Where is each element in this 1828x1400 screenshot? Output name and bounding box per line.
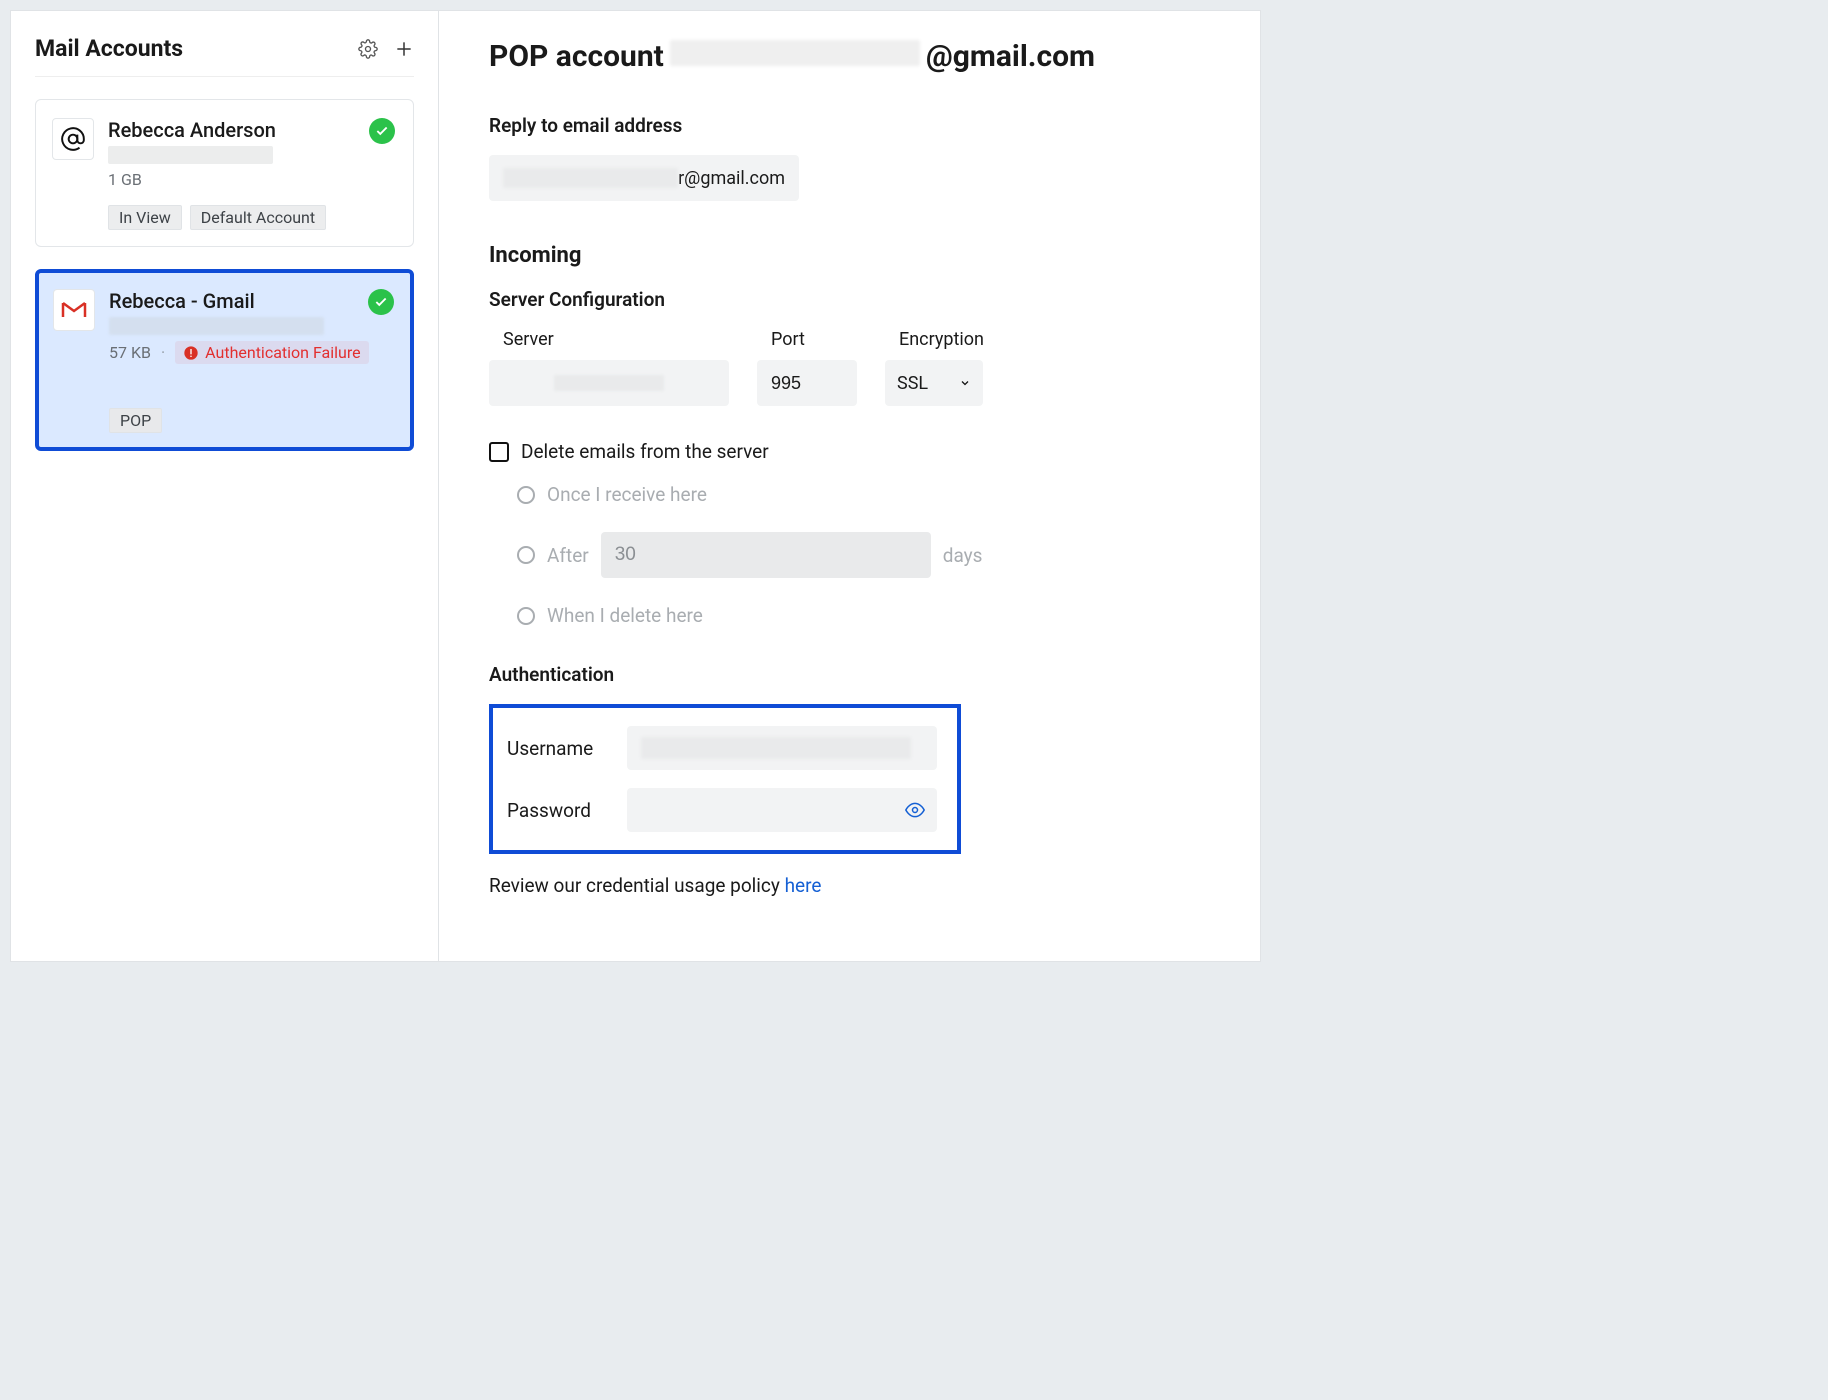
auth-box: Username Password: [489, 704, 961, 854]
account-size: 57 KB: [109, 343, 151, 362]
account-email-redacted: [108, 146, 273, 164]
sidebar-title: Mail Accounts: [35, 35, 183, 62]
plus-icon[interactable]: [394, 39, 414, 59]
account-card-selected[interactable]: Rebecca - Gmail 57 KB · Authentication F…: [35, 269, 414, 451]
radio-when-delete: [517, 607, 535, 625]
after-unit-label: days: [943, 544, 983, 567]
encryption-col-label: Encryption: [885, 329, 984, 350]
tag-in-view: In View: [108, 205, 182, 230]
server-redacted: [554, 375, 664, 391]
reply-redacted: [503, 168, 678, 188]
tag-pop: POP: [109, 408, 162, 433]
encryption-value: SSL: [897, 373, 928, 394]
gear-icon[interactable]: [358, 39, 378, 59]
radio-after-label: After: [547, 544, 589, 567]
sidebar-actions: [358, 39, 414, 59]
chevron-down-icon: [959, 377, 971, 389]
reply-suffix: r@gmail.com: [678, 168, 785, 189]
radio-once: [517, 486, 535, 504]
account-name: Rebecca Anderson: [108, 118, 397, 142]
page-title: POP account @gmail.com: [489, 39, 1220, 74]
eye-icon[interactable]: [905, 800, 925, 820]
username-label: Username: [507, 737, 607, 760]
at-icon: [52, 118, 94, 160]
port-col-label: Port: [757, 329, 857, 350]
sidebar: Mail Accounts: [11, 11, 439, 961]
tag-default-account: Default Account: [190, 205, 326, 230]
alert-icon: [183, 345, 199, 361]
status-check-icon: [369, 118, 395, 144]
incoming-heading: Incoming: [489, 243, 1220, 268]
main-panel: POP account @gmail.com Reply to email ad…: [439, 11, 1260, 961]
reply-to-input[interactable]: r@gmail.com: [489, 155, 799, 201]
policy-line: Review our credential usage policy here: [489, 874, 1220, 897]
delete-emails-checkbox[interactable]: [489, 442, 509, 462]
status-check-icon: [368, 289, 394, 315]
title-suffix: @gmail.com: [926, 39, 1095, 74]
username-redacted: [641, 737, 911, 759]
policy-text: Review our credential usage policy: [489, 874, 785, 897]
app-frame: Mail Accounts: [10, 10, 1261, 962]
policy-link[interactable]: here: [785, 874, 822, 897]
password-label: Password: [507, 799, 607, 822]
account-name: Rebecca - Gmail: [109, 289, 396, 313]
auth-failure-text: Authentication Failure: [205, 343, 360, 362]
auth-heading: Authentication: [489, 663, 1220, 686]
port-input[interactable]: [757, 360, 857, 406]
server-input[interactable]: [489, 360, 729, 406]
account-card[interactable]: Rebecca Anderson 1 GB In View Default Ac…: [35, 99, 414, 247]
radio-when-delete-label: When I delete here: [547, 604, 703, 627]
reply-to-label: Reply to email address: [489, 114, 1220, 137]
radio-once-label: Once I receive here: [547, 483, 707, 506]
delete-emails-label: Delete emails from the server: [521, 440, 769, 463]
radio-after: [517, 546, 535, 564]
password-input[interactable]: [627, 788, 937, 832]
title-redacted: [670, 40, 920, 66]
gmail-icon: [53, 289, 95, 331]
after-days-input: [601, 532, 931, 578]
account-email-redacted: [109, 317, 324, 335]
account-size: 1 GB: [108, 170, 397, 189]
encryption-select[interactable]: SSL: [885, 360, 983, 406]
auth-failure-badge: Authentication Failure: [175, 341, 368, 364]
server-col-label: Server: [489, 329, 729, 350]
server-config-heading: Server Configuration: [489, 288, 1220, 311]
title-prefix: POP account: [489, 39, 664, 74]
sidebar-header: Mail Accounts: [35, 35, 414, 77]
